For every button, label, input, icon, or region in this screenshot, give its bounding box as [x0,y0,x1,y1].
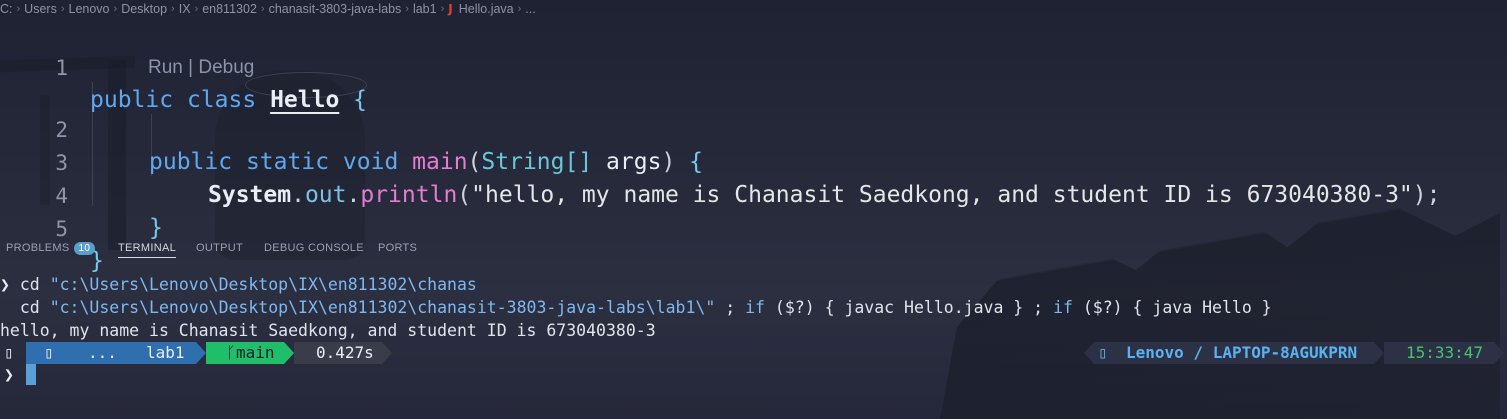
condition: ($?) [1072,298,1133,317]
powerline-separator [1374,342,1384,364]
block: { javac Hello.java } [824,298,1024,317]
tab-problems-label: PROBLEMS [6,242,70,254]
terminal-line: cd "c:\Users\Lenovo\Desktop\IX\en811302\… [0,297,1272,319]
breadcrumb-symbol[interactable]: ... [525,2,535,16]
breadcrumb-file-label: Hello.java [458,2,514,16]
powerline-separator [284,342,294,364]
breadcrumb-item[interactable]: en811302 [202,2,257,16]
tab-ports[interactable]: PORTS [378,242,417,254]
time-segment: 0.427s [294,342,382,364]
keyword: if [745,298,765,317]
git-branch: main [236,343,275,362]
separator: ; [1023,298,1054,317]
chevron-right-icon: › [440,3,445,15]
chevron-right-icon: › [517,3,522,15]
chevron-right-icon: › [60,3,65,15]
user-icon: ▯ [1098,343,1108,362]
command: cd [19,275,40,294]
code-line-3: 3 System.out.println("hello, my name is … [0,115,1507,208]
git-segment: ᚴ main [206,342,284,364]
folder-icon: ▯ [44,343,54,362]
powerline-separator [1494,342,1504,364]
chevron-right-icon: › [171,3,175,15]
chevron-right-icon: › [194,3,199,15]
problems-count-badge: 10 [73,242,96,255]
code-line-5: 5 } [0,181,1507,274]
current-dir: lab1 [146,343,185,362]
java-file-icon: J [448,2,453,16]
powerline-separator [196,342,206,364]
command-arg: "c:\Users\Lenovo\Desktop\IX\en811302\cha… [49,298,716,317]
chevron-right-icon: › [113,3,118,15]
tab-debug-console[interactable]: DEBUG CONSOLE [264,242,364,254]
execution-time: 0.427s [316,343,374,362]
breadcrumb-item[interactable]: Desktop [121,2,167,16]
chevron-right-icon: › [16,3,21,15]
block: { java Hello } [1132,298,1272,317]
code-line-1: 1 public class Hello { [0,20,1507,113]
code-line-6: 6 [0,214,1507,232]
code-line-2: 2 public static void main(String[] args)… [0,82,1507,175]
tab-problems[interactable]: PROBLEMS 10 [6,242,96,255]
breadcrumb: C: › Users › Lenovo › Desktop › IX › en8… [0,0,536,18]
powerline-separator [1084,342,1094,364]
terminal-output: hello, my name is Chanasit Saedkong, and… [0,321,656,340]
condition: ($?) [764,298,825,317]
breadcrumb-file[interactable]: J Hello.java [448,2,513,16]
user-host: Lenovo / LAPTOP-8AGUKPRN [1126,343,1358,362]
user-host-segment: ▯ Lenovo / LAPTOP-8AGUKPRN [1094,342,1374,364]
powerline-separator [382,342,392,364]
chevron-right-icon: › [405,3,409,15]
powerline-prompt: ▯ ▯ ... lab1 ᚴ main 0.427s ▯ Lenovo / LA… [0,342,1507,364]
breadcrumb-item[interactable]: IX [179,2,191,16]
code-line-4: 4 } [0,148,1507,241]
command: cd [19,298,40,317]
prompt-icon: ❯ [0,275,10,294]
os-icon: ▯ [4,343,14,362]
line-number: 1 [55,56,68,80]
codelens-run-debug[interactable]: Run | Debug [148,54,254,82]
panel-tab-bar: PROBLEMS 10 TERMINAL OUTPUT DEBUG CONSOLE… [0,236,1507,262]
git-branch-icon: ᚴ [226,343,236,362]
clock: 15:33:47 [1406,343,1484,362]
tab-output[interactable]: OUTPUT [196,242,243,254]
clock-segment: 15:33:47 [1384,342,1494,364]
keyword: if [1053,298,1073,317]
breadcrumb-item[interactable]: C: [0,2,13,16]
breadcrumb-item[interactable]: Lenovo [69,2,110,16]
breadcrumb-item[interactable]: Users [24,2,57,16]
path-segment: ▯ ... lab1 [26,342,196,364]
terminal-cursor [26,364,36,385]
breadcrumb-item[interactable]: chanasit-3803-java-labs [269,2,402,16]
separator: ; [725,298,746,317]
chevron-right-icon: › [260,3,265,15]
terminal-line: ❯ cd "c:\Users\Lenovo\Desktop\IX\en81130… [0,274,477,296]
path-ellipsis: ... [88,343,117,362]
prompt-icon: ❯ [4,365,14,384]
command-arg: "c:\Users\Lenovo\Desktop\IX\en811302\cha… [49,275,477,294]
breadcrumb-item[interactable]: lab1 [413,2,437,16]
tab-terminal[interactable]: TERMINAL [118,242,177,258]
code-editor[interactable]: 1 public class Hello { Run | Debug 2 pub… [0,18,1507,274]
